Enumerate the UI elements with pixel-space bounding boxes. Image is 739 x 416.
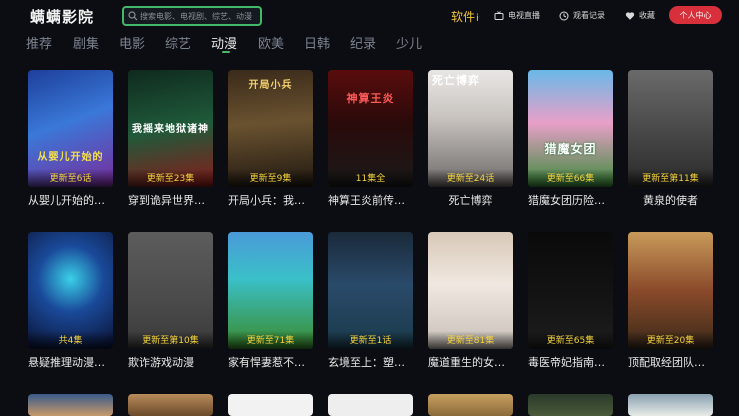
poster-image [28, 394, 113, 416]
search-input[interactable] [140, 11, 258, 21]
poster-title: 开局小兵 [248, 80, 293, 91]
app-logo: 螨螨影院 [30, 8, 95, 26]
card-title: 悬疑推理动漫… [28, 356, 105, 369]
user-center-button[interactable]: 个人中心 [669, 6, 722, 24]
poster-image: 从婴儿开始的 更新至6话 [28, 70, 113, 187]
card-title: 开局小兵：我… [228, 194, 305, 207]
clock-icon [559, 11, 569, 20]
episode-badge: 更新至71集 [228, 331, 313, 349]
card-title: 穿到诡异世界… [128, 194, 205, 207]
poster-image: 更新至81集 [428, 232, 513, 349]
card-title: 玄境至上：塑… [328, 356, 405, 369]
heart-icon [625, 11, 635, 20]
card-title: 欺诈游戏动漫 [128, 356, 194, 369]
tab-recommend[interactable]: 推荐 [26, 33, 52, 52]
tab-western[interactable]: 欧美 [258, 33, 284, 52]
card-title: 家有悍妻惹不… [228, 356, 305, 369]
card-title: 死亡博弈 [448, 194, 493, 207]
poster-image [628, 394, 713, 416]
episode-badge: 共4集 [28, 331, 113, 349]
poster-image: 神算王炎 11集全 [328, 70, 413, 187]
poster-image: 开局小兵 更新至9集 [228, 70, 313, 187]
poster-image: 共4集 [28, 232, 113, 349]
category-tabs: 推荐 剧集 电影 综艺 动漫 欧美 日韩 纪录 少儿 [0, 33, 739, 55]
poster-image: 更新至1话 [328, 232, 413, 349]
search-box[interactable] [122, 6, 262, 26]
tab-series[interactable]: 剧集 [73, 33, 99, 52]
card-title: 魔道重生的女… [428, 356, 505, 369]
poster-image: 死亡博弈 更新至24话 [428, 70, 513, 187]
poster-title: 神算王炎 [346, 92, 395, 105]
poster-image: 更新至71集 [228, 232, 313, 349]
poster-image [228, 394, 313, 416]
poster-image: 更新至第10集 [128, 232, 213, 349]
episode-badge: 更新至20集 [628, 331, 713, 349]
poster-image [328, 394, 413, 416]
card-title: 从婴儿开始的… [28, 194, 105, 207]
software-button[interactable]: 软件i [451, 8, 479, 25]
top-bar: 螨螨影院 软件i 电视直播 观看记录 收藏 个人中心 [0, 0, 739, 30]
tab-kids[interactable]: 少儿 [396, 33, 422, 52]
episode-badge: 更新至9集 [228, 169, 313, 187]
episode-badge: 更新至66集 [528, 169, 613, 187]
card-title: 毒医帝妃指南… [528, 356, 605, 369]
history-button[interactable]: 观看记录 [559, 10, 605, 21]
favorites-label: 收藏 [639, 11, 655, 20]
tab-documentary[interactable]: 纪录 [350, 33, 376, 52]
poster-title: 死亡博弈 [432, 74, 480, 87]
poster-image [528, 394, 613, 416]
episode-badge: 更新至6话 [28, 169, 113, 187]
poster-image: 更新至20集 [628, 232, 713, 349]
tab-movies[interactable]: 电影 [119, 33, 145, 52]
poster-title: 我摇来地狱诸神 [132, 124, 209, 135]
episode-badge: 更新至24话 [428, 169, 513, 187]
episode-badge: 更新至65集 [528, 331, 613, 349]
tv-live-label: 电视直播 [508, 11, 540, 20]
tab-variety[interactable]: 综艺 [165, 33, 191, 52]
episode-badge: 更新至23集 [128, 169, 213, 187]
poster-title: 猎魔女团 [544, 142, 597, 156]
episode-badge: 11集全 [328, 169, 413, 187]
episode-badge: 更新至81集 [428, 331, 513, 349]
tab-anime[interactable]: 动漫 [211, 33, 237, 53]
episode-badge: 更新至第11集 [628, 169, 713, 187]
info-icon: i [476, 13, 479, 24]
tv-icon [494, 10, 504, 20]
episode-badge: 更新至1话 [328, 331, 413, 349]
tv-live-button[interactable]: 电视直播 [494, 10, 540, 21]
poster-title: 从婴儿开始的 [37, 152, 104, 163]
card-title: 顶配取经团队… [628, 356, 705, 369]
poster-image [128, 394, 213, 416]
search-icon [128, 11, 138, 21]
poster-image: 更新至65集 [528, 232, 613, 349]
favorites-button[interactable]: 收藏 [625, 10, 655, 21]
card-title: 神算王炎前传… [328, 194, 405, 207]
episode-badge: 更新至第10集 [128, 331, 213, 349]
poster-image: 我摇来地狱诸神 更新至23集 [128, 70, 213, 187]
history-label: 观看记录 [573, 11, 605, 20]
poster-image: 猎魔女团 更新至66集 [528, 70, 613, 187]
poster-image: 更新至第11集 [628, 70, 713, 187]
tab-japan-korea[interactable]: 日韩 [304, 33, 330, 52]
software-label: 软件 [451, 10, 476, 24]
poster-image [428, 394, 513, 416]
card-title: 猎魔女团历险… [528, 194, 605, 207]
card-title: 黄泉的使者 [643, 194, 698, 207]
